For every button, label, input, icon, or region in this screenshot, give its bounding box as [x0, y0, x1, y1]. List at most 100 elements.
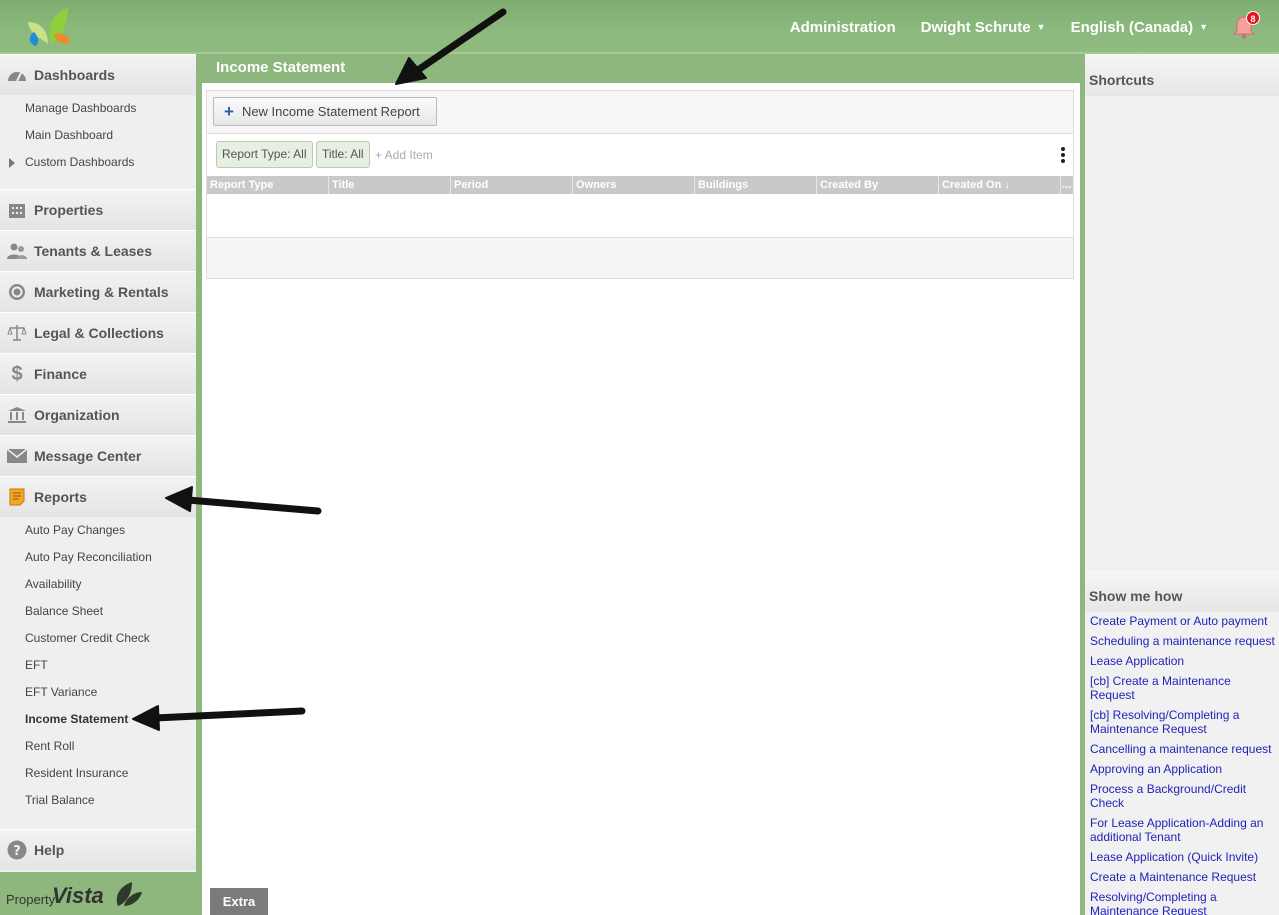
sidebar: Dashboards Manage Dashboards Main Dashbo… — [0, 54, 196, 872]
sidebar-section-label: Dashboards — [34, 67, 115, 83]
howto-link[interactable]: [cb] Resolving/Completing a Maintenance … — [1090, 708, 1276, 736]
new-report-label: New Income Statement Report — [241, 104, 420, 119]
brand-small-text: Property — [6, 892, 56, 907]
sidebar-item-eft[interactable]: EFT — [0, 652, 196, 679]
sidebar-section-label: Message Center — [34, 448, 142, 464]
main-content: + New Income Statement Report Report Typ… — [202, 83, 1080, 915]
sidebar-section-label: Help — [34, 842, 65, 858]
sidebar-item-customer-credit-check[interactable]: Customer Credit Check — [0, 625, 196, 652]
brand-footer: Property Vista — [0, 872, 196, 915]
sidebar-section-help[interactable]: ? Help — [0, 829, 196, 870]
sidebar-item-trial-balance[interactable]: Trial Balance — [0, 787, 196, 814]
user-name: Dwight Schrute — [920, 18, 1031, 36]
sidebar-item-balance-sheet[interactable]: Balance Sheet — [0, 598, 196, 625]
howto-link[interactable]: Process a Background/Credit Check — [1090, 782, 1276, 810]
report-icon — [7, 487, 27, 507]
filter-chip-title[interactable]: Title: All — [316, 141, 370, 168]
people-icon — [7, 241, 27, 261]
howto-link[interactable]: Cancelling a maintenance request — [1090, 742, 1276, 756]
howto-link[interactable]: Lease Application (Quick Invite) — [1090, 850, 1276, 864]
sidebar-section-message-center[interactable]: Message Center — [0, 435, 196, 476]
sidebar-item-availability[interactable]: Availability — [0, 571, 196, 598]
right-panel: Shortcuts Show me how Create Payment or … — [1085, 54, 1279, 915]
column-created-by[interactable]: Created By — [817, 176, 939, 194]
sidebar-item-auto-pay-reconciliation[interactable]: Auto Pay Reconciliation — [0, 544, 196, 571]
sidebar-section-legal-collections[interactable]: Legal & Collections — [0, 312, 196, 353]
caret-down-icon: ▼ — [1199, 21, 1208, 32]
brand-leaf-icon — [116, 882, 142, 906]
howto-link[interactable]: Lease Application — [1090, 654, 1276, 668]
administration-link[interactable]: Administration — [790, 19, 896, 36]
sidebar-section-reports[interactable]: Reports — [0, 476, 196, 517]
sidebar-section-organization[interactable]: Organization — [0, 394, 196, 435]
new-income-statement-report-button[interactable]: + New Income Statement Report — [213, 97, 437, 126]
plus-icon: + — [224, 102, 234, 121]
howto-link[interactable]: Scheduling a maintenance request — [1090, 634, 1276, 648]
howto-link[interactable]: [cb] Create a Maintenance Request — [1090, 674, 1276, 702]
caret-down-icon: ▼ — [1036, 21, 1046, 32]
sidebar-section-label: Organization — [34, 407, 120, 423]
sidebar-section-dashboards[interactable]: Dashboards — [0, 54, 196, 95]
table-body — [206, 194, 1074, 238]
notifications-button[interactable]: 8 — [1232, 11, 1260, 39]
reports-list: Auto Pay Changes Auto Pay Reconciliation… — [0, 517, 196, 814]
sidebar-section-label: Reports — [34, 489, 87, 505]
howto-link[interactable]: Create a Maintenance Request — [1090, 870, 1276, 884]
notification-badge: 8 — [1246, 11, 1260, 25]
column-created-on[interactable]: Created On ↓ — [939, 176, 1061, 194]
top-bar: Administration Dwight Schrute ▼ English (… — [0, 0, 1279, 54]
filter-chip-report-type[interactable]: Report Type: All — [216, 141, 313, 168]
column-report-type[interactable]: Report Type — [207, 176, 329, 194]
howto-link[interactable]: Resolving/Completing a Maintenance Reque… — [1090, 890, 1276, 915]
gauge-icon — [7, 65, 27, 85]
sidebar-section-label: Marketing & Rentals — [34, 284, 169, 300]
language-menu[interactable]: English (Canada) ▼ — [1071, 19, 1208, 36]
kebab-menu-icon[interactable] — [1061, 147, 1065, 163]
column-period[interactable]: Period — [451, 176, 573, 194]
sidebar-item-income-statement[interactable]: Income Statement — [0, 706, 196, 733]
brand-large-text: Vista — [52, 883, 104, 908]
sidebar-section-properties[interactable]: Properties — [0, 189, 196, 230]
column-owners[interactable]: Owners — [573, 176, 695, 194]
sidebar-item-rent-roll[interactable]: Rent Roll — [0, 733, 196, 760]
target-icon — [7, 282, 27, 302]
sidebar-item-custom-dashboards[interactable]: Custom Dashboards — [0, 149, 196, 176]
table-footer — [206, 237, 1074, 279]
howto-link[interactable]: For Lease Application-Adding an addition… — [1090, 816, 1276, 844]
sidebar-item-manage-dashboards[interactable]: Manage Dashboards — [0, 95, 196, 122]
sidebar-section-tenants-leases[interactable]: Tenants & Leases — [0, 230, 196, 271]
expand-triangle-icon[interactable] — [9, 158, 15, 168]
dollar-icon: $ — [11, 362, 23, 385]
sidebar-section-label: Finance — [34, 366, 87, 382]
sidebar-item-main-dashboard[interactable]: Main Dashboard — [0, 122, 196, 149]
app-logo[interactable] — [24, 4, 74, 48]
column-more[interactable]: ... — [1061, 176, 1074, 194]
sidebar-section-finance[interactable]: $ Finance — [0, 353, 196, 394]
toolbar: + New Income Statement Report — [206, 90, 1074, 134]
howto-link[interactable]: Approving an Application — [1090, 762, 1276, 776]
scales-icon — [7, 323, 27, 343]
add-filter-item[interactable]: + Add Item — [375, 148, 433, 162]
bank-icon — [7, 405, 27, 425]
column-title[interactable]: Title — [329, 176, 451, 194]
svg-text:?: ? — [13, 844, 21, 859]
user-menu[interactable]: Dwight Schrute ▼ — [921, 19, 1046, 36]
sidebar-item-eft-variance[interactable]: EFT Variance — [0, 679, 196, 706]
sidebar-item-resident-insurance[interactable]: Resident Insurance — [0, 760, 196, 787]
sidebar-item-label: Custom Dashboards — [25, 155, 135, 169]
shortcuts-heading: Shortcuts — [1085, 54, 1279, 96]
sidebar-item-auto-pay-changes[interactable]: Auto Pay Changes — [0, 517, 196, 544]
filter-bar: Report Type: All Title: All + Add Item — [206, 135, 1074, 176]
table-header: Report Type Title Period Owners Building… — [206, 176, 1074, 194]
sidebar-section-label: Tenants & Leases — [34, 243, 153, 259]
sidebar-section-marketing-rentals[interactable]: Marketing & Rentals — [0, 271, 196, 312]
howto-link[interactable]: Create Payment or Auto payment — [1090, 614, 1276, 628]
page-title: Income Statement — [216, 59, 346, 76]
extra-button[interactable]: Extra — [210, 888, 268, 915]
building-icon — [7, 200, 27, 220]
show-me-how-list: Create Payment or Auto payment Schedulin… — [1090, 614, 1276, 915]
column-buildings[interactable]: Buildings — [695, 176, 817, 194]
help-icon: ? — [7, 840, 27, 860]
envelope-icon — [7, 446, 27, 466]
show-me-how-heading: Show me how — [1085, 570, 1279, 612]
